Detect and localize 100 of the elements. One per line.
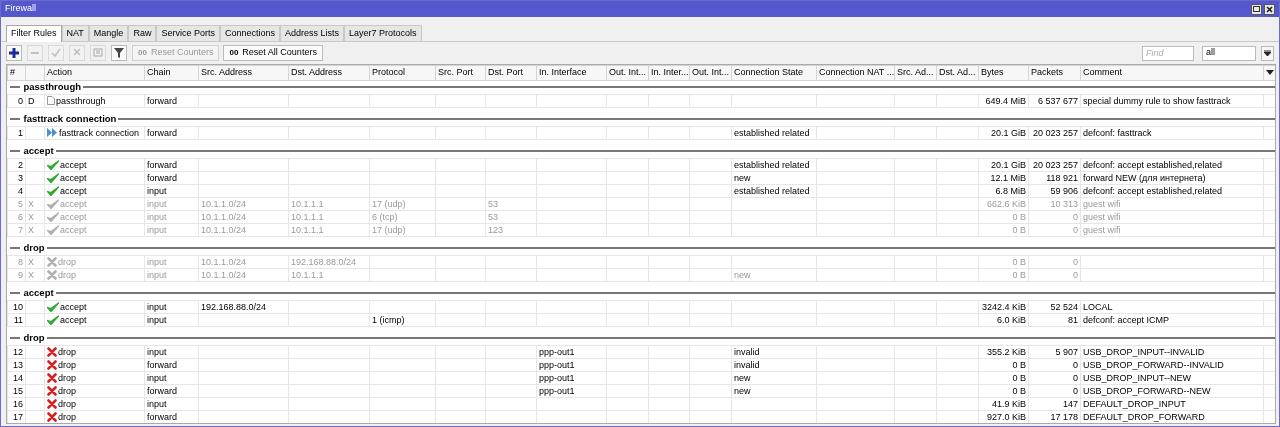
- table-cell: established related: [734, 159, 810, 170]
- table-cell: drop: [58, 358, 76, 371]
- table-cell: 12.1 MiB: [990, 172, 1026, 183]
- table-cell: forward: [147, 411, 177, 422]
- filter-button[interactable]: [111, 45, 127, 61]
- table-cell: defconf: accept ICMP: [1083, 314, 1170, 325]
- maximize-button[interactable]: [1251, 3, 1262, 15]
- rule-row[interactable]: 1 fasttrack connection forward established related 20.1 GiB 20 023 257 defconf: fasttrack: [7, 126, 1275, 139]
- tab[interactable]: Connections: [219, 25, 280, 41]
- table-cell: 16: [13, 398, 23, 409]
- table-cell: input: [147, 198, 167, 209]
- column-header[interactable]: Comment: [1083, 67, 1122, 77]
- table-cell: accept: [60, 184, 87, 197]
- rule-row[interactable]: 4 accept input established related 6.8 MiB 59 906 defconf: accept established,related: [7, 184, 1275, 197]
- tab[interactable]: Address Lists: [280, 25, 344, 41]
- table-cell: 147: [1062, 398, 1078, 409]
- table-cell: 6: [18, 211, 23, 222]
- checkmark-icon: [47, 301, 59, 312]
- table-cell: guest wifi: [1083, 224, 1121, 235]
- table-cell: 3: [18, 172, 23, 183]
- rule-row[interactable]: 16 drop input 41.9 KiB 147 DEFAULT_DROP_INPUT: [7, 397, 1275, 410]
- group-title: drop: [22, 240, 46, 255]
- table-cell: 10.1.1.0/24: [201, 198, 247, 209]
- table-cell: invalid: [734, 359, 760, 370]
- table-cell: X: [28, 211, 34, 222]
- table-cell: 8: [18, 256, 23, 267]
- table-cell: 1 (icmp): [372, 314, 405, 325]
- tab[interactable]: Filter Rules: [6, 25, 62, 42]
- table-cell: accept: [60, 223, 87, 236]
- table-cell: 0 B: [1012, 256, 1026, 267]
- scope-dropdown[interactable]: all: [1202, 45, 1256, 61]
- table-cell: 0 B: [1012, 385, 1026, 396]
- table-cell: 52 524: [1050, 301, 1078, 312]
- table-cell: input: [147, 224, 167, 235]
- table-cell: fasttrack connection: [59, 126, 140, 139]
- rule-row[interactable]: 3 accept forward new 12.1 MiB 118 921 forward NEW (для интернета): [7, 171, 1275, 184]
- table-cell: 7: [18, 224, 23, 235]
- table-cell: 927.0 KiB: [986, 411, 1026, 422]
- rule-row[interactable]: 15 drop forward ppp-out1 new 0 B 0 USB_DROP_FORWARD--NEW: [7, 384, 1275, 397]
- rule-row[interactable]: 10 accept input 192.168.88.0/24 3242.4 KiB 52 524 LOCAL: [7, 300, 1275, 313]
- table-cell: DEFAULT_DROP_FORWARD: [1083, 411, 1205, 422]
- rule-row[interactable]: 13 drop forward ppp-out1 invalid 0 B 0 USB_DROP_FORWARD--INVALID: [7, 358, 1275, 371]
- table-cell: accept: [60, 300, 87, 313]
- table-cell: 81: [1068, 314, 1078, 325]
- group-title: fasttrack connection: [22, 111, 118, 126]
- column-menu-icon[interactable]: [1266, 70, 1274, 76]
- table-cell: ppp-out1: [539, 346, 575, 357]
- cross-icon: [47, 269, 57, 280]
- rule-row[interactable]: 12 drop input ppp-out1 invalid 355.2 KiB 5 907 USB_DROP_INPUT--INVALID: [7, 345, 1275, 358]
- table-cell: drop: [58, 371, 76, 384]
- rule-row[interactable]: 0 D passthrough forward 649.4 MiB 6 537 677 special dummy rule to show fasttrack: [7, 94, 1275, 107]
- table-cell: 53: [488, 198, 498, 209]
- tab[interactable]: Mangle: [88, 25, 129, 41]
- rule-row[interactable]: 14 drop input ppp-out1 new 0 B 0 USB_DROP_INPUT--NEW: [7, 371, 1275, 384]
- group-title: accept: [22, 143, 55, 158]
- checkmark-icon: [47, 159, 59, 170]
- rule-row[interactable]: 17 drop forward 927.0 KiB 17 178 DEFAULT_DROP_FORWARD: [7, 410, 1275, 423]
- close-button[interactable]: [1264, 3, 1275, 15]
- dropdown-button[interactable]: [1261, 45, 1274, 61]
- checkmark-icon: [47, 198, 59, 209]
- table-cell: 11: [13, 314, 23, 325]
- window-title: Firewall: [5, 2, 36, 16]
- table-cell: 10.1.1.0/24: [201, 224, 247, 235]
- cross-icon: [47, 385, 57, 396]
- table-cell: 10.1.1.1: [291, 269, 324, 280]
- maximize-icon: [1253, 6, 1260, 12]
- table-cell: ppp-out1: [539, 385, 575, 396]
- table-cell: drop: [58, 410, 76, 423]
- table-cell: 0: [1073, 224, 1078, 235]
- tab[interactable]: NAT: [61, 25, 89, 41]
- column-header[interactable]: Action: [47, 67, 72, 77]
- table-cell: 59 906: [1050, 185, 1078, 196]
- table-cell: 0: [1073, 269, 1078, 280]
- tab[interactable]: Raw: [128, 25, 157, 41]
- find-field[interactable]: Find: [1142, 45, 1194, 61]
- cross-icon: [47, 372, 57, 383]
- column-header[interactable]: #: [10, 67, 15, 77]
- table-cell: USB_DROP_INPUT--INVALID: [1083, 346, 1205, 357]
- table-cell: X: [28, 224, 34, 235]
- add-button[interactable]: [6, 45, 22, 61]
- table-cell: 17 (udp): [372, 198, 406, 209]
- tab[interactable]: Layer7 Protocols: [344, 25, 422, 41]
- table-cell: 10.1.1.1: [291, 224, 324, 235]
- table-cell: 10.1.1.0/24: [201, 256, 247, 267]
- reset-counters-button[interactable]: 00 Reset All Counters: [223, 45, 323, 61]
- table-cell: forward: [147, 172, 177, 183]
- table-cell: accept: [60, 171, 87, 184]
- table-cell: 10.1.1.0/24: [201, 211, 247, 222]
- table-cell: new: [734, 372, 751, 383]
- table-cell: invalid: [734, 346, 760, 357]
- table-cell: 15: [13, 385, 23, 396]
- table-cell: input: [147, 398, 167, 409]
- table-cell: 0: [1073, 359, 1078, 370]
- tab[interactable]: Service Ports: [156, 25, 220, 41]
- table-cell: new: [734, 269, 751, 280]
- table-cell: 5: [18, 198, 23, 209]
- table-cell: input: [147, 269, 167, 280]
- table-cell: 13: [13, 359, 23, 370]
- rule-row[interactable]: 11 accept input 1 (icmp) 6.0 KiB 81 defconf: accept ICMP: [7, 313, 1275, 326]
- rule-row[interactable]: 2 accept forward established related 20.1 GiB 20 023 257 defconf: accept established,related: [7, 158, 1275, 171]
